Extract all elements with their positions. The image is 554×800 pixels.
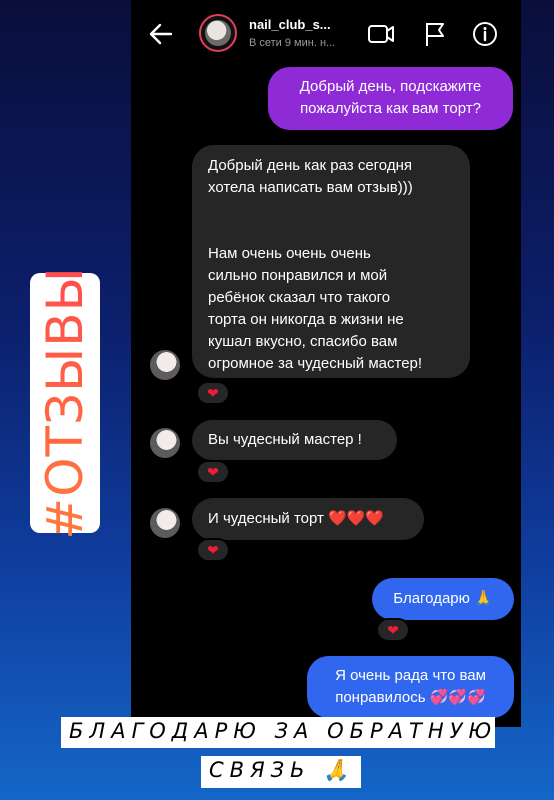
caption-line-1: БЛАГОДАРЮ ЗА ОБРАТНУЮ bbox=[61, 717, 495, 748]
back-arrow-icon[interactable] bbox=[147, 20, 175, 48]
info-icon[interactable] bbox=[471, 20, 499, 48]
incoming-message[interactable]: И чудесный торт ❤️❤️❤️ bbox=[192, 498, 424, 540]
video-call-icon[interactable] bbox=[367, 20, 395, 48]
hashtag-label: #ОТЗЫВЫ bbox=[36, 266, 94, 540]
sender-avatar[interactable] bbox=[150, 350, 180, 380]
online-status: В сети 9 мин. н... bbox=[249, 37, 336, 49]
outgoing-message[interactable]: Я очень рада что вам понравилось 💞💞💞 bbox=[307, 656, 514, 718]
outgoing-message[interactable]: Благодарю 🙏 bbox=[372, 578, 514, 620]
heart-reaction[interactable]: ❤ bbox=[196, 381, 230, 405]
heart-reaction[interactable]: ❤ bbox=[196, 460, 230, 484]
contact-username[interactable]: nail_club_s... bbox=[249, 17, 331, 32]
heart-reaction[interactable]: ❤ bbox=[376, 618, 410, 642]
outgoing-message[interactable]: Добрый день, подскажите пожалуйста как в… bbox=[268, 67, 513, 130]
contact-avatar[interactable] bbox=[199, 14, 237, 52]
flag-icon[interactable] bbox=[421, 20, 449, 48]
sender-avatar[interactable] bbox=[150, 428, 180, 458]
incoming-message[interactable]: Добрый день как раз сегодня хотела напис… bbox=[192, 145, 470, 378]
chat-header: nail_club_s... В сети 9 мин. н... bbox=[131, 0, 521, 64]
heart-reaction[interactable]: ❤ bbox=[196, 538, 230, 562]
caption-line-2: СВЯЗЬ 🙏 bbox=[201, 756, 361, 788]
incoming-message[interactable]: Вы чудесный мастер ! bbox=[192, 420, 397, 460]
sender-avatar[interactable] bbox=[150, 508, 180, 538]
